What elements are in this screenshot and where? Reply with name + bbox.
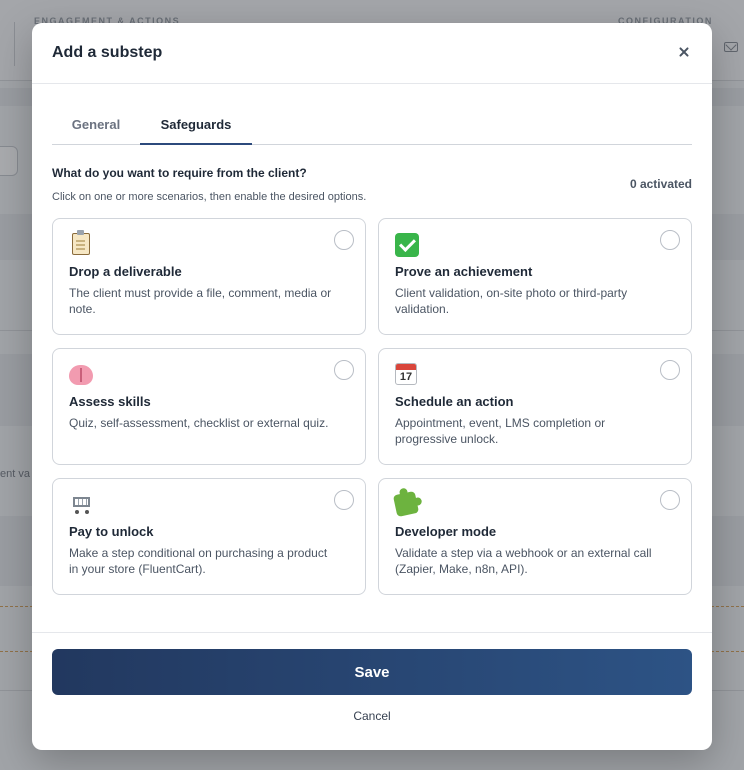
tab-safeguards[interactable]: Safeguards	[140, 107, 252, 145]
requirement-hint: Click on one or more scenarios, then ena…	[52, 191, 367, 203]
scenario-description: Appointment, event, LMS completion or pr…	[395, 416, 606, 446]
clipboard-icon	[72, 230, 90, 255]
scenario-card-drop-deliverable[interactable]: Drop a deliverable The client must provi…	[52, 218, 366, 335]
scenario-card-prove-achievement[interactable]: Prove an achievement Client validation, …	[378, 218, 692, 335]
calendar-icon: 17	[395, 363, 417, 385]
requirement-question: What do you want to require from the cli…	[52, 166, 307, 180]
scenario-title: Schedule an action	[395, 394, 514, 409]
scenario-card-pay-to-unlock[interactable]: Pay to unlock Make a step conditional on…	[52, 478, 366, 595]
scenario-title: Drop a deliverable	[69, 264, 182, 279]
scenario-card-schedule-action[interactable]: 17 Schedule an action Appointment, event…	[378, 348, 692, 465]
scenario-description: Make a step conditional on purchasing a …	[69, 546, 328, 576]
tab-general[interactable]: General	[52, 107, 140, 143]
scenario-card-assess-skills[interactable]: Assess skills Quiz, self-assessment, che…	[52, 348, 366, 465]
shopping-cart-icon	[69, 493, 93, 515]
scenario-description: Quiz, self-assessment, checklist or exte…	[69, 416, 329, 430]
scenario-radio[interactable]	[334, 360, 354, 380]
close-icon[interactable]	[674, 43, 694, 63]
brain-icon	[69, 365, 93, 385]
scenario-title: Developer mode	[395, 524, 497, 539]
check-mark-icon	[395, 233, 419, 257]
scenario-radio[interactable]	[334, 230, 354, 250]
calendar-day: 17	[399, 371, 413, 383]
cancel-button[interactable]: Cancel	[32, 709, 712, 723]
activated-count: 0 activated	[629, 177, 692, 191]
modal-title: Add a substep	[52, 44, 163, 61]
scenario-description: The client must provide a file, comment,…	[69, 286, 332, 316]
scenario-radio[interactable]	[660, 360, 680, 380]
scenario-title: Prove an achievement	[395, 264, 533, 279]
scenario-card-developer-mode[interactable]: Developer mode Validate a step via a web…	[378, 478, 692, 595]
scenario-radio[interactable]	[660, 230, 680, 250]
add-substep-modal: Add a substep General Safeguards What do…	[32, 23, 712, 750]
footer-divider	[32, 632, 712, 633]
scenario-radio[interactable]	[660, 490, 680, 510]
tab-bar: General Safeguards	[52, 107, 692, 145]
save-button[interactable]: Save	[52, 649, 692, 695]
scenario-radio[interactable]	[334, 490, 354, 510]
scenario-title: Assess skills	[69, 394, 151, 409]
scenario-description: Validate a step via a webhook or an exte…	[395, 546, 652, 576]
modal-header: Add a substep	[32, 23, 712, 84]
scenario-title: Pay to unlock	[69, 524, 154, 539]
scenario-description: Client validation, on-site photo or thir…	[395, 286, 628, 316]
puzzle-piece-icon	[392, 490, 420, 518]
